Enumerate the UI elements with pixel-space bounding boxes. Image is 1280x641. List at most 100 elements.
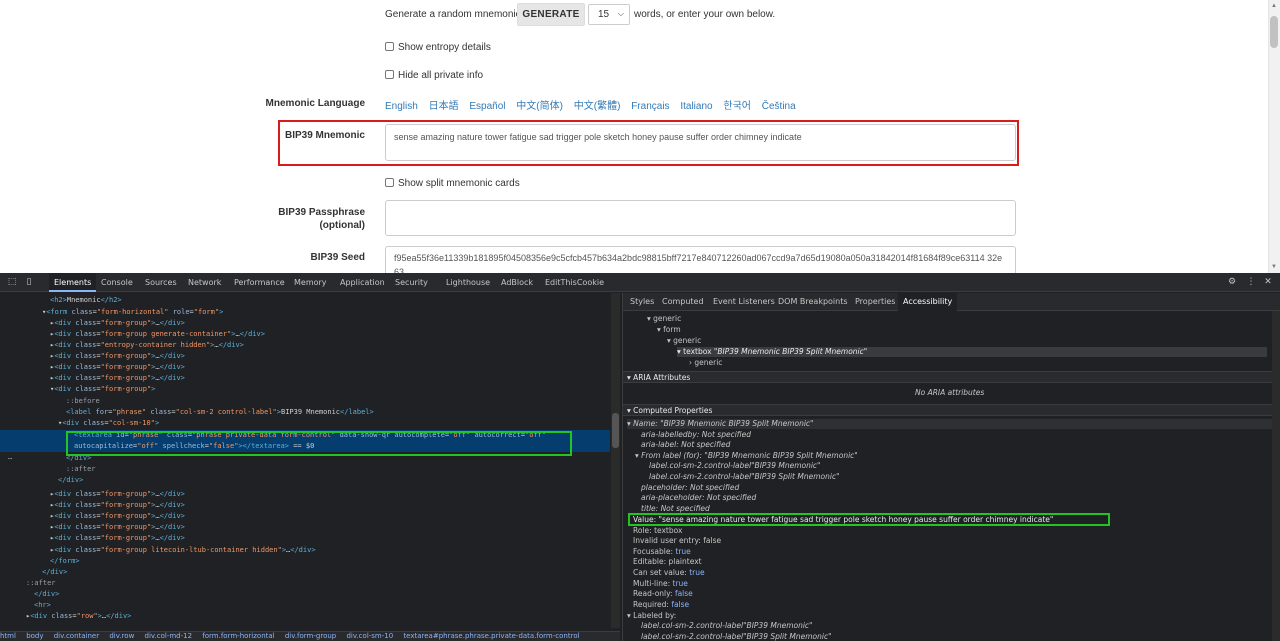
dom-line[interactable]: ▸<div class="form-group litecoin-ltub-co… [0,545,610,556]
show-split-row[interactable]: Show split mnemonic cards [385,178,520,189]
dom-line[interactable]: ▸<div class="form-group">…</div> [0,351,610,362]
dom-line[interactable]: ▸<div class="form-group">…</div> [0,500,610,511]
show-entropy-row[interactable]: Show entropy details [385,42,491,53]
computed-properties-header[interactable]: ▾ Computed Properties [623,404,1280,416]
crumb-container[interactable]: div.container [54,632,99,640]
hide-private-checkbox[interactable] [385,70,394,79]
sidebar-scrollbar[interactable] [1272,311,1280,641]
lang-chinese-traditional[interactable]: 中文(繁體) [574,101,621,112]
lang-spanish[interactable]: Español [469,101,505,112]
crumb-col-md-12[interactable]: div.col-md-12 [145,632,193,640]
tab-network[interactable]: Network [183,273,226,292]
label-ref[interactable]: label.col-sm-2.control-label"BIP39 Mnemo… [649,461,821,471]
crumb-form[interactable]: form.form-horizontal [202,632,274,640]
show-split-checkbox[interactable] [385,178,394,187]
a11y-tree-node[interactable]: ▾ form [657,325,681,335]
dom-line[interactable]: ▸<div class="form-group">…</div> [0,533,610,544]
labeled-by-prop[interactable]: ▾ Labeled by: [627,611,676,621]
tab-security[interactable]: Security [390,273,433,292]
a11y-tree-node[interactable]: ▾ generic [647,314,681,324]
show-entropy-checkbox[interactable] [385,42,394,51]
dom-line[interactable]: <h2>Mnemonic</h2> [0,295,610,306]
dom-line[interactable]: ▸<div class="entropy-container hidden">…… [0,340,610,351]
dom-line[interactable]: </div> [0,567,610,578]
tab-memory[interactable]: Memory [289,273,332,292]
tab-event-listeners[interactable]: Event Listeners [708,293,780,311]
page-scroll-thumb[interactable] [1270,16,1278,48]
dom-line[interactable]: ▾<form class="form-horizontal" role="for… [0,307,610,318]
tab-sources[interactable]: Sources [140,273,182,292]
dom-line[interactable]: </div> [0,589,610,600]
dom-line[interactable]: ▸<div class="form-group">…</div> [0,511,610,522]
dom-line[interactable]: ▸<div class="form-group">…</div> [0,522,610,533]
scroll-up-icon[interactable]: ▲ [1270,2,1278,10]
passphrase-textarea[interactable] [385,200,1016,236]
crumb-row[interactable]: div.row [109,632,134,640]
lang-french[interactable]: Français [631,101,669,112]
lang-english[interactable]: English [385,101,418,112]
seed-textarea[interactable]: f95ea55f36e11339b181895f04508356e9c5cfcb… [385,246,1016,273]
aria-attributes-header[interactable]: ▾ ARIA Attributes [623,371,1280,383]
tab-properties[interactable]: Properties [850,293,900,311]
tab-performance[interactable]: Performance [229,273,290,292]
dom-line[interactable]: </div> [0,475,610,486]
lang-korean[interactable]: 한국어 [723,101,751,112]
tab-lighthouse[interactable]: Lighthouse [441,273,495,292]
labeled-by-ref[interactable]: label.col-sm-2.control-label"BIP39 Split… [641,632,832,641]
close-icon[interactable]: ✕ [1262,276,1274,288]
crumb-textarea[interactable]: textarea#phrase.phrase.private-data.form… [403,632,579,640]
crumb-body[interactable]: body [26,632,43,640]
from-label[interactable]: ▾ From label (for): "BIP39 Mnemonic BIP3… [635,451,858,461]
a11y-tree-node-selected[interactable]: ▾ textbox "BIP39 Mnemonic BIP39 Split Mn… [677,347,1267,357]
passphrase-label-line1: BIP39 Passphrase [278,207,365,218]
tab-elements[interactable]: Elements [49,273,97,292]
labeled-by-ref[interactable]: label.col-sm-2.control-label"BIP39 Mnemo… [641,621,813,631]
crumb-col-sm-10[interactable]: div.col-sm-10 [346,632,393,640]
dom-line[interactable]: ::before [0,396,610,407]
crumb-html[interactable]: html [0,632,16,640]
dom-line[interactable]: ::after [0,578,610,589]
generate-button[interactable]: GENERATE [517,3,585,26]
dom-line[interactable]: ▸<div class="form-group generate-contain… [0,329,610,340]
word-count-select[interactable]: 15 ⌵ [588,4,630,25]
highlight-box-green-dom [66,431,572,456]
dom-line[interactable]: </form> [0,556,610,567]
device-toolbar-icon[interactable]: ▯ [23,276,35,288]
tab-console[interactable]: Console [96,273,138,292]
dom-line[interactable]: <label for="phrase" class="col-sm-2 cont… [0,407,610,418]
dom-line[interactable]: <hr> [0,600,610,611]
lang-czech[interactable]: Čeština [762,101,796,112]
lang-japanese[interactable]: 日本語 [429,101,459,112]
tab-styles[interactable]: Styles [625,293,659,311]
tab-application[interactable]: Application [335,273,390,292]
more-options-icon[interactable]: ⋮ [1245,276,1257,288]
page-scrollbar[interactable]: ▲ ▼ [1268,0,1280,273]
inspect-element-icon[interactable]: ⬚ [6,276,18,288]
dom-line[interactable]: ▸<div class="form-group">…</div> [0,489,610,500]
dom-line[interactable]: ▸<div class="form-group">…</div> [0,362,610,373]
crumb-form-group[interactable]: div.form-group [285,632,336,640]
dom-line[interactable]: ▸<div class="row">…</div> [0,611,610,622]
lang-chinese-simplified[interactable]: 中文(简体) [516,101,563,112]
a11y-tree-node[interactable]: › generic [689,358,722,368]
dom-line[interactable]: ::after [0,464,610,475]
tab-computed[interactable]: Computed [657,293,709,311]
label-ref[interactable]: label.col-sm-2.control-label"BIP39 Split… [649,472,840,482]
a11y-tree-node[interactable]: ▾ generic [667,336,701,346]
gear-icon[interactable]: ⚙ [1226,276,1238,288]
a11y-name[interactable]: ▾ Name: "BIP39 Mnemonic BIP39 Split Mnem… [627,419,1273,429]
scroll-down-icon[interactable]: ▼ [1270,263,1278,271]
tab-editthiscookie[interactable]: EditThisCookie [540,273,609,292]
tab-dom-breakpoints[interactable]: DOM Breakpoints [773,293,853,311]
hide-private-row[interactable]: Hide all private info [385,70,483,81]
dom-line[interactable]: ▾<div class="form-group"> [0,384,610,395]
tab-adblock[interactable]: AdBlock [496,273,538,292]
tab-accessibility[interactable]: Accessibility [898,293,958,311]
elements-dom-tree[interactable]: <h2>Mnemonic</h2> ▾<form class="form-hor… [0,293,620,628]
dom-tree-scrollbar[interactable] [611,293,620,628]
lang-italian[interactable]: Italiano [680,101,712,112]
dom-line[interactable]: ▾<div class="col-sm-10"> [0,418,610,429]
dom-line[interactable]: ▸<div class="form-group">…</div> [0,373,610,384]
dom-tree-scroll-thumb[interactable] [612,413,619,448]
dom-line[interactable]: ▸<div class="form-group">…</div> [0,318,610,329]
